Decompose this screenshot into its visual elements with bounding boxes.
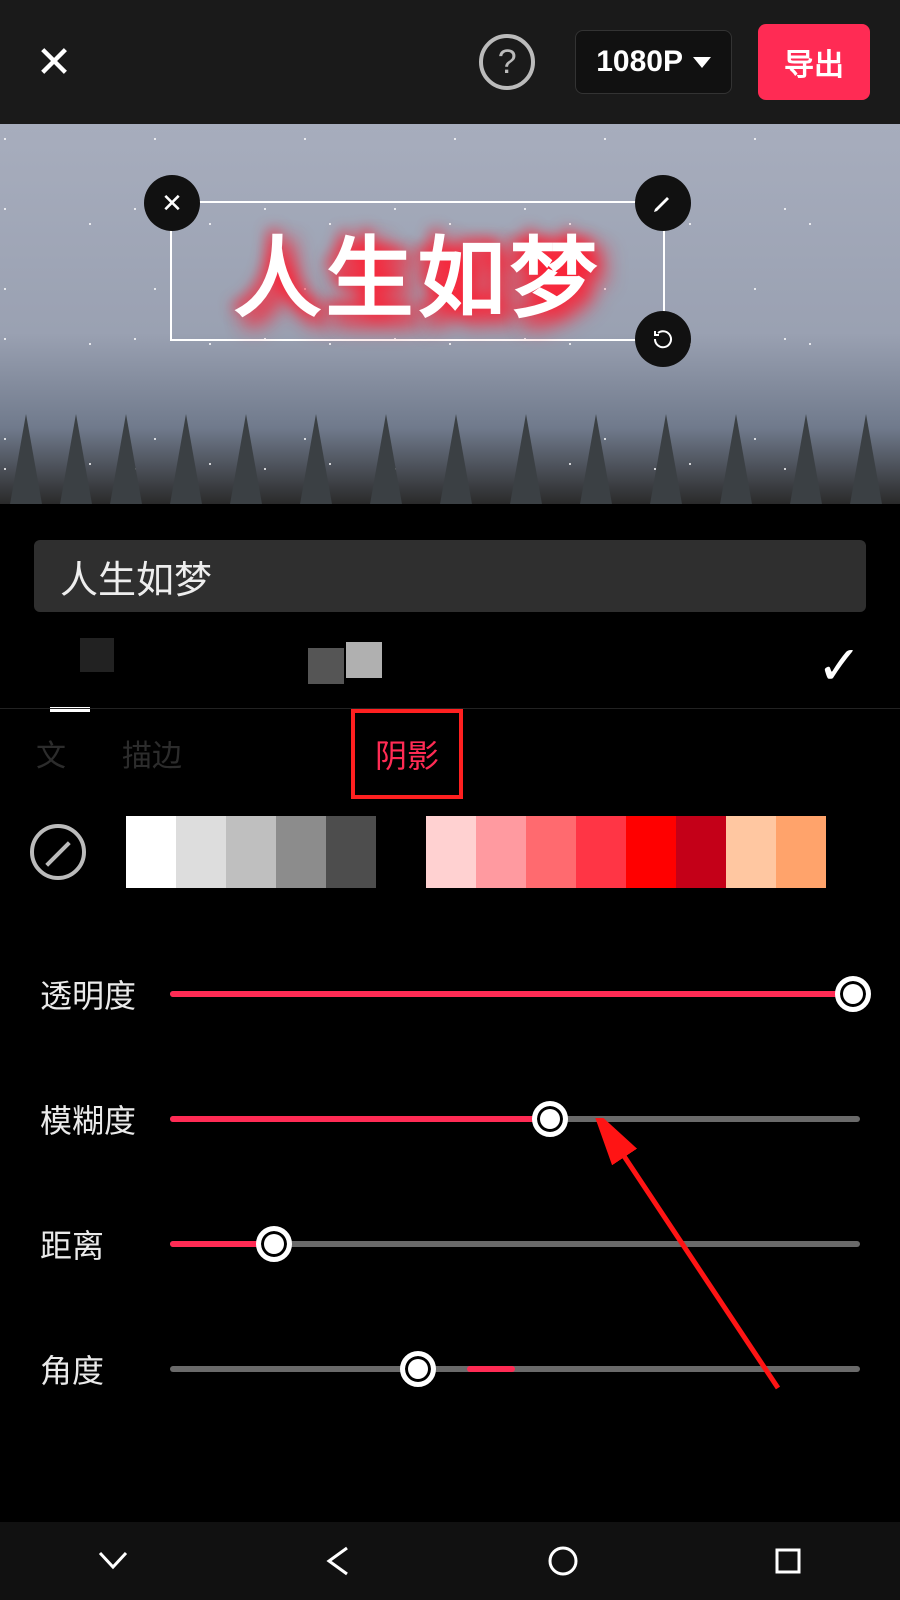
slider-thumb[interactable] (835, 976, 871, 1012)
nav-home-icon[interactable] (543, 1541, 583, 1581)
color-swatch[interactable] (126, 816, 176, 888)
overlay-edit-icon[interactable] (635, 175, 691, 231)
top-toolbar: ✕ ? 1080P 导出 (0, 0, 900, 124)
color-swatch[interactable] (476, 816, 526, 888)
video-preview[interactable]: 人生如梦 ✕ (0, 124, 900, 504)
text-input-value: 人生如梦 (60, 549, 212, 604)
nav-back-icon[interactable] (318, 1541, 358, 1581)
slider-fill (170, 991, 853, 997)
color-swatch[interactable] (676, 816, 726, 888)
color-swatch[interactable] (176, 816, 226, 888)
tab-stroke[interactable]: 描边 (122, 731, 182, 775)
nav-collapse-icon[interactable] (93, 1541, 133, 1581)
color-swatch[interactable] (376, 816, 426, 888)
color-swatch[interactable] (776, 816, 826, 888)
no-color-icon[interactable] (30, 824, 86, 880)
slider-fill (170, 1116, 550, 1122)
color-swatch[interactable] (576, 816, 626, 888)
slider-label: 透明度 (40, 971, 170, 1017)
color-picker-row (0, 814, 900, 889)
color-swatch[interactable] (426, 816, 476, 888)
style-thumb[interactable] (80, 638, 114, 672)
export-button[interactable]: 导出 (758, 24, 870, 100)
overlay-rotate-icon[interactable] (635, 311, 691, 367)
slider-label: 距离 (40, 1221, 170, 1267)
slider-fill (467, 1366, 515, 1372)
preview-foreground (0, 394, 900, 504)
style-thumb[interactable] (346, 642, 382, 678)
color-swatch[interactable] (726, 816, 776, 888)
slider-thumb[interactable] (400, 1351, 436, 1387)
style-thumb[interactable] (308, 648, 344, 684)
slider-track[interactable] (170, 1366, 860, 1372)
resolution-label: 1080P (596, 45, 683, 79)
text-input[interactable]: 人生如梦 (34, 540, 866, 612)
style-tabs: 文 描边 阴影 (0, 708, 900, 796)
confirm-icon[interactable]: ✓ (817, 634, 862, 697)
slider-blur: 模糊度 (0, 1056, 900, 1181)
color-swatch[interactable] (626, 816, 676, 888)
slider-label: 角度 (40, 1346, 170, 1392)
nav-recent-icon[interactable] (768, 1541, 808, 1581)
slider-distance: 距离 (0, 1181, 900, 1306)
overlay-delete-icon[interactable]: ✕ (144, 175, 200, 231)
slider-opacity: 透明度 (0, 931, 900, 1056)
slider-track[interactable] (170, 991, 860, 997)
overlay-text: 人生如梦 (172, 203, 663, 339)
shadow-controls: 透明度 模糊度 距离 角度 (0, 931, 900, 1431)
tab-text[interactable]: 文 (36, 731, 66, 775)
resolution-button[interactable]: 1080P (575, 30, 732, 94)
slider-angle: 角度 (0, 1306, 900, 1431)
slider-label: 模糊度 (40, 1096, 170, 1142)
chevron-down-icon (693, 57, 711, 68)
text-overlay-box[interactable]: 人生如梦 ✕ (170, 201, 665, 341)
slider-thumb[interactable] (256, 1226, 292, 1262)
system-nav-bar (0, 1522, 900, 1600)
export-label: 导出 (784, 49, 844, 82)
help-icon[interactable]: ? (479, 34, 535, 90)
color-swatch[interactable] (326, 816, 376, 888)
color-swatch[interactable] (226, 816, 276, 888)
slider-thumb[interactable] (532, 1101, 568, 1137)
close-icon[interactable]: ✕ (30, 38, 78, 86)
slider-track[interactable] (170, 1116, 860, 1122)
style-thumb-row: ✓ (0, 628, 900, 708)
color-swatches (126, 816, 900, 888)
color-swatch[interactable] (526, 816, 576, 888)
tab-shadow[interactable]: 阴影 (351, 709, 463, 799)
slider-track[interactable] (170, 1241, 860, 1247)
color-swatch[interactable] (276, 816, 326, 888)
